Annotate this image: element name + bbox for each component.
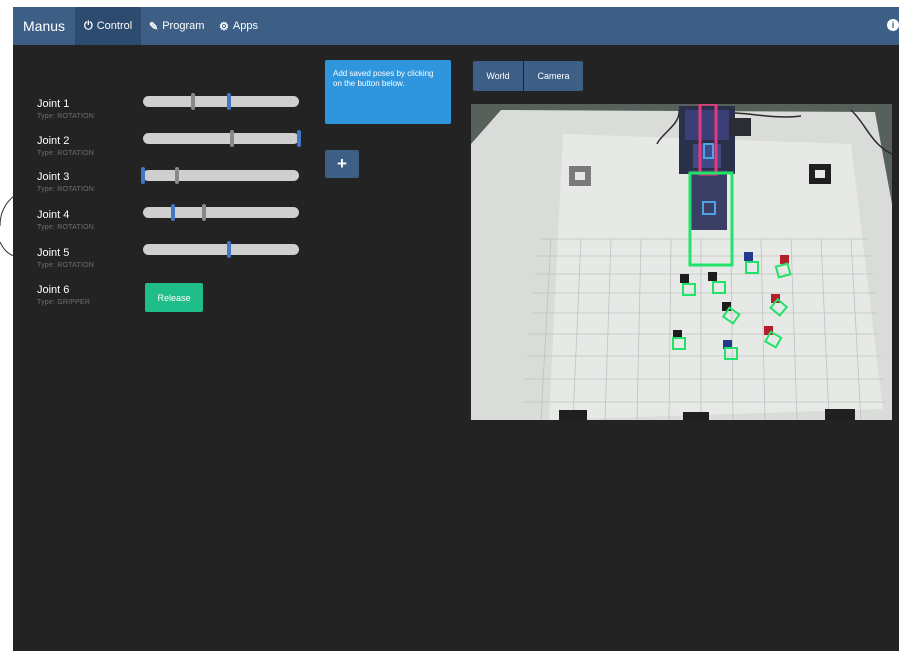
joint-1-type: Type: ROTATION [37,113,94,120]
joint-5-label: Joint 5 [37,247,70,259]
joint-3-label: Joint 3 [37,171,70,183]
joint-6-label: Joint 6 [37,284,70,296]
joint-2-slider-handle[interactable] [297,130,301,147]
joint-4-slider-handle[interactable] [170,204,175,221]
joint-1-label: Joint 1 [37,98,70,110]
nav-apps[interactable]: ⚙ Apps [210,7,267,45]
joint-3-setpoint-marker [175,167,180,184]
nav-program-label: Program [162,20,205,32]
joint-3-slider-handle[interactable] [141,167,145,184]
joint-2-label: Joint 2 [37,135,70,147]
joint-5-type: Type: ROTATION [37,262,94,269]
camera-scene [471,104,892,420]
pencil-icon: ✎ [149,20,159,33]
nav-program[interactable]: ✎ Program [140,7,213,45]
nav-control-label: Control [96,20,133,32]
brand-logo[interactable]: Manus [23,18,65,34]
gear-icon: ⚙ [219,20,229,33]
power-icon: ⏻ [84,19,93,32]
joint-4-label: Joint 4 [37,209,70,221]
saved-poses-hint: Add saved poses by clicking on the butto… [325,60,451,124]
joint-3-slider[interactable] [141,167,299,184]
joint-4-setpoint-marker [201,204,206,221]
joint-2-setpoint-marker [229,130,234,147]
joint-1-setpoint-marker [190,93,195,110]
joint-6-type: Type: GRIPPER [37,299,91,306]
joint-2-slider[interactable] [143,130,301,147]
joint-5-slider[interactable] [143,241,299,258]
joint-1-slider-handle[interactable] [226,93,231,110]
top-navbar: Manus ⏻ Control ✎ Program ⚙ Apps i [13,7,899,45]
joint-1-slider[interactable] [143,93,299,110]
joint-2-type: Type: ROTATION [37,150,94,157]
joint-3-type: Type: ROTATION [37,186,94,193]
edge-curve [0,195,14,257]
release-button[interactable]: Release [145,283,203,312]
nav-apps-label: Apps [232,20,258,32]
nav-control[interactable]: ⏻ Control [75,7,142,45]
camera-feed[interactable] [471,104,892,420]
app-window: Manus ⏻ Control ✎ Program ⚙ Apps i Joint… [13,7,899,651]
world-view-button[interactable]: World [473,61,523,91]
joint-4-type: Type: ROTATION [37,224,94,231]
info-icon[interactable]: i [887,19,899,31]
joint-5-slider-handle[interactable] [226,241,231,258]
add-pose-button[interactable]: + [325,150,359,178]
joint-4-slider[interactable] [143,204,299,221]
camera-view-button[interactable]: Camera [524,61,583,91]
